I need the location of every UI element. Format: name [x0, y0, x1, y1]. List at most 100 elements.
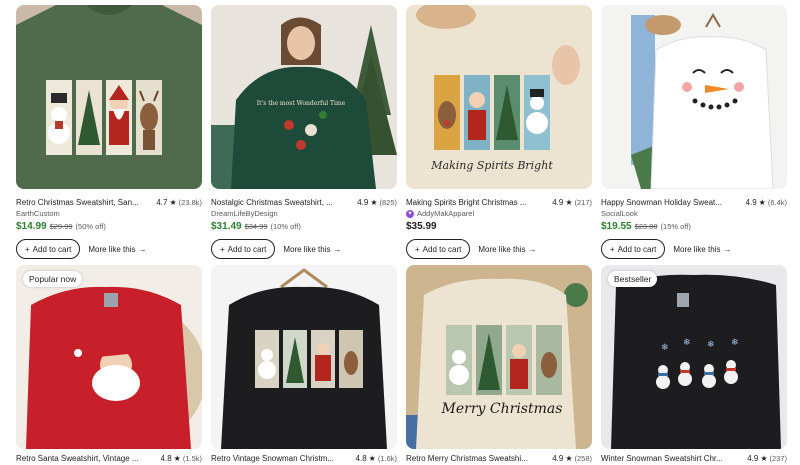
shop-name[interactable]: SocialLook	[601, 209, 638, 218]
shop-name-label: SocialLook	[601, 209, 638, 218]
price-row: $14.99 $29.99 (50% off)	[16, 221, 106, 232]
product-image[interactable]	[601, 5, 787, 189]
rating: 4.9 ★ (237)	[747, 454, 787, 463]
plus-icon: +	[610, 244, 615, 254]
review-count: (1.6k)	[377, 453, 397, 463]
rating-value: 4.9	[747, 453, 759, 463]
shop-name-label: EarthCustom	[16, 209, 60, 218]
arrow-right-icon: →	[333, 244, 342, 254]
add-to-cart-label: Add to cart	[32, 244, 72, 254]
product-image[interactable]: Merry Christmas	[406, 265, 592, 449]
title-row: Retro Vintage Snowman Christm... 4.8 ★ (…	[211, 451, 397, 465]
snowflake-icon: ❄	[683, 337, 691, 347]
listing-title[interactable]: Making Spirits Bright Christmas ...	[406, 198, 552, 207]
plus-icon: +	[25, 244, 30, 254]
title-row: Nostalgic Christmas Sweatshirt, ... 4.9 …	[211, 195, 397, 209]
add-to-cart-label: Add to cart	[227, 244, 267, 254]
more-like-this-label: More like this	[673, 244, 721, 254]
discount-percent: (50% off)	[75, 222, 106, 231]
review-count: (825)	[379, 197, 397, 207]
product-image[interactable]: It's the most Wonderful Time	[211, 5, 397, 189]
rating: 4.8 ★ (1.6k)	[356, 454, 397, 463]
price: $35.99	[406, 221, 437, 232]
rating: 4.7 ★ (23.8k)	[156, 198, 202, 207]
star-icon: ★	[368, 453, 376, 463]
arrow-right-icon: →	[723, 244, 732, 254]
shop-name[interactable]: ✦ AddyMakApparel	[406, 209, 474, 218]
shop-name-label: AddyMakApparel	[417, 209, 475, 218]
product-image[interactable]	[16, 5, 202, 189]
title-row: Retro Merry Christmas Sweatshi... 4.9 ★ …	[406, 451, 592, 465]
rating-value: 4.8	[160, 453, 172, 463]
product-image[interactable]: Making Spirits Bright	[406, 5, 592, 189]
shop-name[interactable]: DreamLifeByDesign	[211, 209, 278, 218]
add-to-cart-button[interactable]: + Add to cart	[211, 239, 276, 259]
rating-value: 4.9	[552, 197, 564, 207]
more-like-this-label: More like this	[478, 244, 526, 254]
product-image[interactable]: ❄ ❄ ❄ ❄ Bestseller	[601, 265, 787, 449]
star-icon: ★	[169, 197, 177, 207]
review-count: (23.8k)	[178, 197, 202, 207]
add-to-cart-label: Add to cart	[422, 244, 462, 254]
rating-value: 4.9	[745, 197, 757, 207]
more-like-this-link[interactable]: More like this →	[283, 245, 341, 254]
rating: 4.9 ★ (258)	[552, 454, 592, 463]
product-image[interactable]: Popular now	[16, 265, 202, 449]
sale-price: $14.99	[16, 221, 47, 232]
snowflake-icon: ❄	[707, 339, 715, 349]
rating-value: 4.9	[552, 453, 564, 463]
review-count: (217)	[574, 197, 592, 207]
rating: 4.9 ★ (217)	[552, 198, 592, 207]
listing-title[interactable]: Nostalgic Christmas Sweatshirt, ...	[211, 198, 357, 207]
more-like-this-link[interactable]: More like this →	[478, 245, 536, 254]
review-count: (6.4k)	[767, 197, 787, 207]
more-like-this-label: More like this	[283, 244, 331, 254]
add-to-cart-label: Add to cart	[617, 244, 657, 254]
review-count: (1.5k)	[182, 453, 202, 463]
more-like-this-link[interactable]: More like this →	[673, 245, 731, 254]
discount-percent: (10% off)	[270, 222, 301, 231]
add-to-cart-button[interactable]: + Add to cart	[601, 239, 666, 259]
sale-price: $19.55	[601, 221, 632, 232]
title-row: Happy Snowman Holiday Sweat... 4.9 ★ (6.…	[601, 195, 787, 209]
listing-title[interactable]: Winter Snowman Sweatshirt Chr...	[601, 454, 747, 463]
plus-icon: +	[415, 244, 420, 254]
product-image[interactable]	[211, 265, 397, 449]
shop-name[interactable]: EarthCustom	[16, 209, 60, 218]
card-actions: + Add to cart More like this →	[211, 239, 341, 259]
card-actions: + Add to cart More like this →	[601, 239, 731, 259]
star-icon: ★	[370, 197, 378, 207]
star-icon: ★	[565, 197, 573, 207]
price-row: $35.99	[406, 221, 437, 232]
more-like-this-link[interactable]: More like this →	[88, 245, 146, 254]
listing-title[interactable]: Retro Merry Christmas Sweatshi...	[406, 454, 552, 463]
original-price: $29.99	[49, 222, 73, 231]
image-slogan: It's the most Wonderful Time	[257, 100, 346, 107]
star-icon: ★	[173, 453, 181, 463]
listing-title[interactable]: Retro Vintage Snowman Christm...	[211, 454, 356, 463]
listing-title[interactable]: Retro Christmas Sweatshirt, San...	[16, 198, 156, 207]
arrow-right-icon: →	[138, 244, 147, 254]
card-actions: + Add to cart More like this →	[16, 239, 146, 259]
shop-name-label: DreamLifeByDesign	[211, 209, 278, 218]
snowflake-icon: ❄	[731, 337, 739, 347]
add-to-cart-button[interactable]: + Add to cart	[406, 239, 471, 259]
title-row: Retro Christmas Sweatshirt, San... 4.7 ★…	[16, 195, 202, 209]
add-to-cart-button[interactable]: + Add to cart	[16, 239, 81, 259]
plus-icon: +	[220, 244, 225, 254]
star-icon: ★	[758, 197, 766, 207]
listing-title[interactable]: Happy Snowman Holiday Sweat...	[601, 198, 746, 207]
image-slogan: Merry Christmas	[441, 401, 563, 417]
star-seller-icon: ✦	[406, 209, 414, 218]
discount-percent: (15% off)	[660, 222, 691, 231]
original-price: $34.99	[244, 222, 268, 231]
rating: 4.8 ★ (1.5k)	[161, 454, 202, 463]
price-row: $19.55 $23.00 (15% off)	[601, 221, 691, 232]
more-like-this-label: More like this	[88, 244, 136, 254]
rating-value: 4.9	[357, 197, 369, 207]
price-row: $31.49 $34.99 (10% off)	[211, 221, 301, 232]
listing-title[interactable]: Retro Santa Sweatshirt, Vintage ...	[16, 454, 161, 463]
title-row: Making Spirits Bright Christmas ... 4.9 …	[406, 195, 592, 209]
image-slogan: Making Spirits Bright	[430, 159, 553, 172]
review-count: (258)	[574, 453, 592, 463]
